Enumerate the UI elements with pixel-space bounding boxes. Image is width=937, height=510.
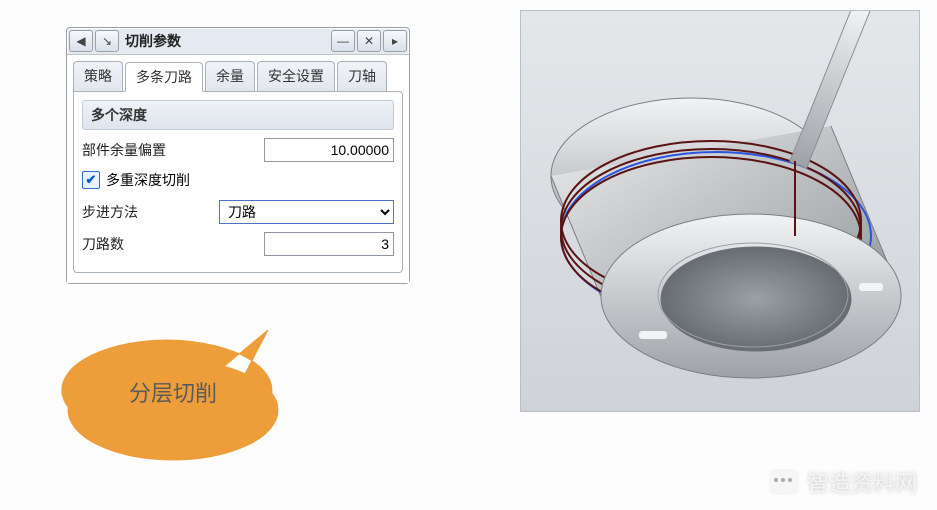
callout-text: 分层切削 xyxy=(58,376,288,408)
part-stock-offset-input[interactable] xyxy=(264,138,394,162)
row-multi-depth-cut: ✔ 多重深度切削 xyxy=(82,170,394,190)
titlebar: ◀ ↘ 切削参数 — ✕ ▸ xyxy=(67,28,409,54)
multi-depth-cut-checkbox[interactable]: ✔ xyxy=(82,171,100,189)
tab-multipath[interactable]: 多条刀路 xyxy=(125,62,203,92)
minimize-button[interactable]: — xyxy=(331,30,355,52)
close-button[interactable]: ✕ xyxy=(357,30,381,52)
tab-strategy[interactable]: 策略 xyxy=(73,61,123,91)
step-method-label: 步进方法 xyxy=(82,202,138,222)
tab-strip: 策略 多条刀路 余量 安全设置 刀轴 xyxy=(73,61,403,91)
maximize-button[interactable]: ▸ xyxy=(383,30,407,52)
tab-stock[interactable]: 余量 xyxy=(205,61,255,91)
wechat-icon xyxy=(769,469,799,495)
multi-depth-cut-label: 多重深度切削 xyxy=(106,170,190,190)
row-step-method: 步进方法 刀路 xyxy=(82,200,394,224)
passes-input[interactable] xyxy=(264,232,394,256)
row-part-stock-offset: 部件余量偏置 xyxy=(82,138,394,162)
watermark-text: 智造资料网 xyxy=(807,466,917,498)
step-method-select[interactable]: 刀路 xyxy=(219,200,394,224)
model-illustration-icon xyxy=(521,11,919,411)
tab-safety[interactable]: 安全设置 xyxy=(257,61,335,91)
dialog-body: 策略 多条刀路 余量 安全设置 刀轴 多个深度 部件余量偏置 ✔ 多重深度切削 … xyxy=(67,54,409,283)
nav-back-button[interactable]: ◀ xyxy=(69,30,93,52)
part-stock-offset-label: 部件余量偏置 xyxy=(82,140,166,160)
window-title: 切削参数 xyxy=(119,28,331,54)
passes-label: 刀路数 xyxy=(82,234,124,254)
cutting-params-dialog: ◀ ↘ 切削参数 — ✕ ▸ 策略 多条刀路 余量 安全设置 刀轴 多个深度 部… xyxy=(66,27,410,284)
watermark: 智造资料网 xyxy=(769,466,917,498)
nav-arrow-button[interactable]: ↘ xyxy=(95,30,119,52)
multipath-panel: 多个深度 部件余量偏置 ✔ 多重深度切削 步进方法 刀路 刀路数 xyxy=(73,91,403,273)
callout: 分层切削 xyxy=(58,330,306,446)
row-passes: 刀路数 xyxy=(82,232,394,256)
model-viewport[interactable] xyxy=(520,10,920,412)
group-header: 多个深度 xyxy=(82,100,394,130)
tab-toolaxis[interactable]: 刀轴 xyxy=(337,61,387,91)
